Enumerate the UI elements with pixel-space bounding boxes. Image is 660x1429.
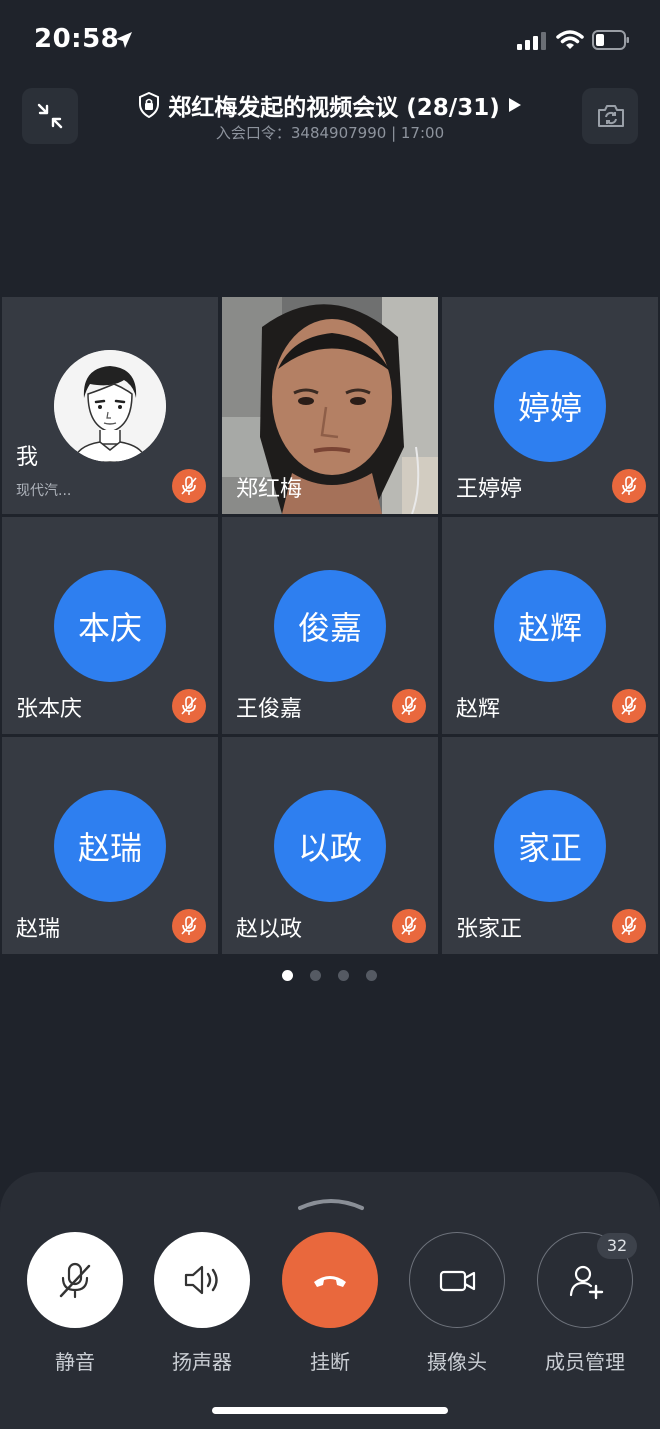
participant-org: 现代汽... xyxy=(16,483,72,499)
camera-button[interactable] xyxy=(409,1232,505,1328)
mic-muted-badge xyxy=(612,689,646,723)
participant-name: 赵以政 xyxy=(236,917,303,942)
mic-off-icon xyxy=(181,476,197,495)
meeting-title: 郑红梅发起的视频会议 (28/31) xyxy=(168,95,500,121)
meeting-title-row[interactable]: 郑红梅发起的视频会议 (28/31) xyxy=(0,88,660,122)
avatar: 婷婷 xyxy=(494,350,606,462)
avatar: 家正 xyxy=(494,790,606,902)
mic-off-icon xyxy=(401,696,417,715)
mic-muted-badge xyxy=(612,469,646,503)
hang-up-phone-icon xyxy=(314,1276,346,1287)
mic-off-icon xyxy=(181,696,197,715)
member-count-badge: 32 xyxy=(597,1233,637,1259)
switch-camera-button[interactable] xyxy=(582,88,638,144)
participant-name: 张本庆 xyxy=(16,697,83,722)
participant-tile-video[interactable]: 郑红梅 xyxy=(222,297,438,514)
page-dot[interactable] xyxy=(310,970,321,981)
participant-tile[interactable]: 赵瑞 赵瑞 xyxy=(2,737,218,954)
speaker-button[interactable] xyxy=(154,1232,250,1328)
hang-up-label: 挂断 xyxy=(310,1350,350,1374)
cartoon-avatar-icon xyxy=(54,350,166,462)
participant-name: 王俊嘉 xyxy=(236,697,303,722)
mic-muted-badge xyxy=(392,909,426,943)
mic-off-icon xyxy=(59,1262,91,1299)
mic-muted-badge xyxy=(172,469,206,503)
mute-button[interactable] xyxy=(27,1232,123,1328)
participant-tile[interactable]: 婷婷 王婷婷 xyxy=(442,297,658,514)
member-management-label: 成员管理 xyxy=(545,1350,625,1374)
participant-name: 王婷婷 xyxy=(456,477,523,502)
video-camera-icon xyxy=(439,1270,476,1292)
page-dot-active[interactable] xyxy=(282,970,293,981)
mic-muted-badge xyxy=(172,689,206,723)
avatar xyxy=(54,350,166,462)
page-dot[interactable] xyxy=(366,970,377,981)
location-arrow-icon xyxy=(116,32,132,48)
cellular-signal-icon xyxy=(517,32,546,50)
camera-label: 摄像头 xyxy=(427,1350,487,1374)
participant-tile[interactable]: 赵辉 赵辉 xyxy=(442,517,658,734)
participant-tile[interactable]: 俊嘉 王俊嘉 xyxy=(222,517,438,734)
hang-up-button[interactable] xyxy=(282,1232,378,1328)
mic-muted-badge xyxy=(392,689,426,723)
mic-off-icon xyxy=(621,916,637,935)
add-member-icon xyxy=(569,1265,604,1300)
avatar: 赵瑞 xyxy=(54,790,166,902)
mute-label: 静音 xyxy=(55,1350,95,1374)
switch-camera-icon xyxy=(598,105,624,127)
mic-muted-badge xyxy=(612,909,646,943)
participant-name: 我 xyxy=(16,445,39,470)
play-triangle-icon xyxy=(508,98,521,112)
status-time: 20:58 xyxy=(34,24,120,54)
avatar: 以政 xyxy=(274,790,386,902)
wifi-icon xyxy=(556,30,584,49)
speaker-icon xyxy=(184,1265,218,1295)
participant-name: 郑红梅 xyxy=(236,477,303,502)
home-indicator[interactable] xyxy=(212,1407,448,1414)
avatar: 俊嘉 xyxy=(274,570,386,682)
participant-name: 张家正 xyxy=(456,917,523,942)
shield-lock-icon xyxy=(139,92,160,118)
mic-off-icon xyxy=(401,916,417,935)
mic-off-icon xyxy=(621,696,637,715)
avatar: 本庆 xyxy=(54,570,166,682)
meeting-passcode: 入会口令：3484907990 | 17:00 xyxy=(215,124,445,142)
participant-tile[interactable]: 家正 张家正 xyxy=(442,737,658,954)
mic-off-icon xyxy=(181,916,197,935)
participant-tile[interactable]: 以政 赵以政 xyxy=(222,737,438,954)
avatar: 赵辉 xyxy=(494,570,606,682)
status-bar: 20:58 xyxy=(0,0,660,80)
mic-off-icon xyxy=(621,476,637,495)
participant-tile-me[interactable]: 我 现代汽... xyxy=(2,297,218,514)
participant-name: 赵辉 xyxy=(456,697,501,722)
mic-muted-badge xyxy=(172,909,206,943)
battery-icon xyxy=(592,30,629,50)
participant-name: 赵瑞 xyxy=(16,917,61,942)
expand-handle-icon[interactable] xyxy=(296,1194,366,1212)
page-dot[interactable] xyxy=(338,970,349,981)
participant-tile[interactable]: 本庆 张本庆 xyxy=(2,517,218,734)
speaker-label: 扬声器 xyxy=(172,1350,232,1374)
